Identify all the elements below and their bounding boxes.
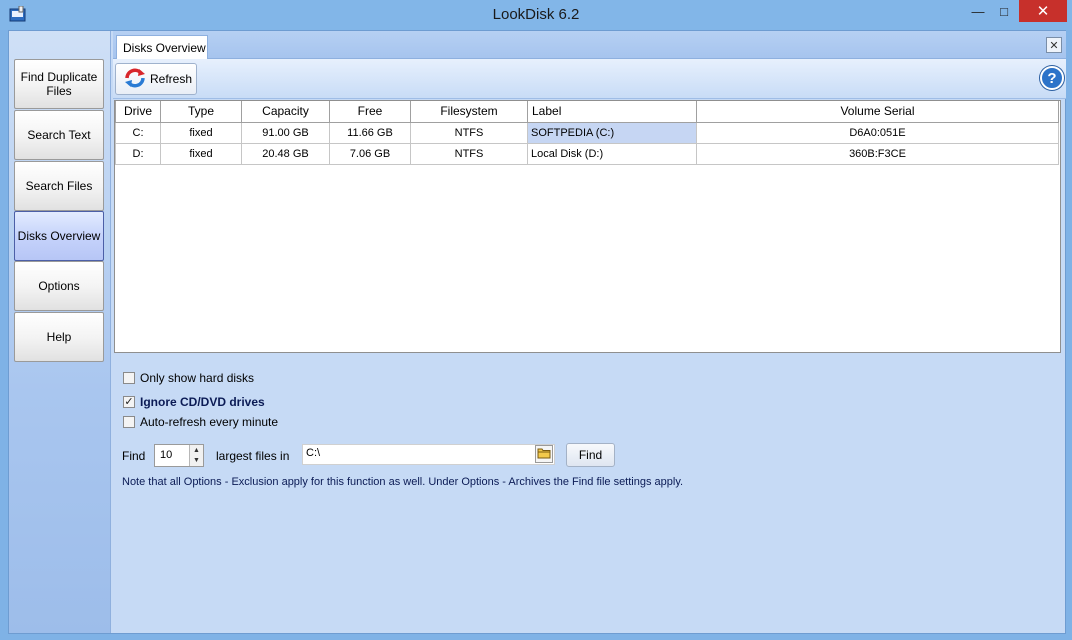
column-header-free[interactable]: Free (329, 101, 411, 123)
table-row[interactable]: D: fixed 20.48 GB 7.06 GB NTFS Local Dis… (115, 142, 1059, 165)
cell-label[interactable]: Local Disk (D:) (527, 142, 697, 165)
cell-filesystem: NTFS (410, 142, 528, 165)
cell-type: fixed (160, 121, 242, 144)
sidebar-item-help[interactable]: Help (14, 312, 104, 362)
title-bar: LookDisk 6.2 — □ ✕ (0, 0, 1072, 30)
cell-volume-serial: 360B:F3CE (696, 142, 1059, 165)
sidebar: Find Duplicate Files Search Text Search … (9, 31, 111, 633)
sidebar-item-label: Help (46, 330, 72, 344)
toolbar: Refresh ? (113, 59, 1066, 99)
sidebar-item-label: Search Files (25, 179, 93, 193)
cell-volume-serial: D6A0:051E (696, 121, 1059, 144)
auto-refresh-label: Auto-refresh every minute (140, 415, 279, 429)
browse-folder-button[interactable] (535, 445, 553, 463)
tab-disks-overview[interactable]: Disks Overview (116, 35, 208, 60)
file-count-value[interactable]: 10 (160, 449, 172, 461)
close-button[interactable]: ✕ (1019, 0, 1067, 22)
only-hard-disks-label: Only show hard disks (140, 371, 255, 385)
sidebar-item-label: Options (38, 279, 80, 293)
help-icon[interactable]: ? (1040, 66, 1064, 90)
refresh-icon (124, 68, 146, 91)
sidebar-item-label: Disks Overview (17, 229, 101, 243)
sidebar-item-find-duplicate-files[interactable]: Find Duplicate Files (14, 59, 104, 109)
maximize-button[interactable]: □ (991, 0, 1017, 22)
window-title: LookDisk 6.2 (492, 6, 580, 23)
folder-icon (537, 447, 551, 462)
column-header-drive[interactable]: Drive (115, 101, 161, 123)
cell-capacity: 91.00 GB (241, 121, 330, 144)
cell-free: 7.06 GB (329, 142, 411, 165)
spin-up-icon[interactable]: ▲ (193, 447, 200, 454)
disks-table: Drive Type Capacity Free Filesystem Labe… (114, 100, 1061, 353)
column-header-capacity[interactable]: Capacity (241, 101, 330, 123)
column-header-label[interactable]: Label (527, 101, 697, 123)
find-label: Find (122, 449, 146, 463)
column-header-type[interactable]: Type (160, 101, 242, 123)
cell-drive: D: (115, 142, 161, 165)
sidebar-item-label: Search Text (27, 128, 91, 142)
tab-close-button[interactable]: ✕ (1046, 37, 1062, 53)
refresh-button[interactable]: Refresh (115, 63, 197, 95)
path-input[interactable]: C:\ (302, 444, 555, 465)
options-note: Note that all Options - Exclusion apply … (122, 476, 684, 488)
cell-label[interactable]: SOFTPEDIA (C:) (527, 121, 697, 144)
column-header-filesystem[interactable]: Filesystem (410, 101, 528, 123)
sidebar-item-disks-overview[interactable]: Disks Overview (14, 211, 104, 261)
find-button[interactable]: Find (566, 443, 615, 467)
main-frame: Find Duplicate Files Search Text Search … (8, 30, 1066, 634)
largest-files-label: largest files in (216, 449, 290, 463)
cell-drive: C: (115, 121, 161, 144)
auto-refresh-checkbox[interactable] (123, 416, 135, 428)
auto-refresh-option[interactable]: Auto-refresh every minute (123, 415, 278, 429)
sidebar-item-search-text[interactable]: Search Text (14, 110, 104, 160)
only-hard-disks-option[interactable]: Only show hard disks (123, 371, 254, 385)
table-header-row: Drive Type Capacity Free Filesystem Labe… (115, 101, 1059, 123)
cell-type: fixed (160, 142, 242, 165)
only-hard-disks-checkbox[interactable] (123, 372, 135, 384)
spinner-arrows[interactable]: ▲ ▼ (189, 445, 203, 466)
ignore-cd-dvd-checkbox[interactable]: ✓ (123, 396, 135, 408)
ignore-cd-dvd-option[interactable]: ✓ Ignore CD/DVD drives (123, 395, 265, 409)
refresh-label: Refresh (150, 72, 193, 86)
file-count-spinner[interactable]: 10 ▲ ▼ (154, 444, 204, 467)
table-row[interactable]: C: fixed 91.00 GB 11.66 GB NTFS SOFTPEDI… (115, 121, 1059, 144)
tab-strip: Disks Overview ✕ (113, 31, 1066, 60)
sidebar-item-options[interactable]: Options (14, 261, 104, 311)
sidebar-item-search-files[interactable]: Search Files (14, 161, 104, 211)
column-header-volume-serial[interactable]: Volume Serial (696, 101, 1059, 123)
cell-free: 11.66 GB (329, 121, 411, 144)
ignore-cd-dvd-label: Ignore CD/DVD drives (140, 395, 265, 409)
cell-filesystem: NTFS (410, 121, 528, 144)
spin-down-icon[interactable]: ▼ (193, 457, 200, 464)
cell-capacity: 20.48 GB (241, 142, 330, 165)
minimize-button[interactable]: — (965, 0, 991, 22)
sidebar-item-label: Find Duplicate Files (20, 70, 98, 98)
